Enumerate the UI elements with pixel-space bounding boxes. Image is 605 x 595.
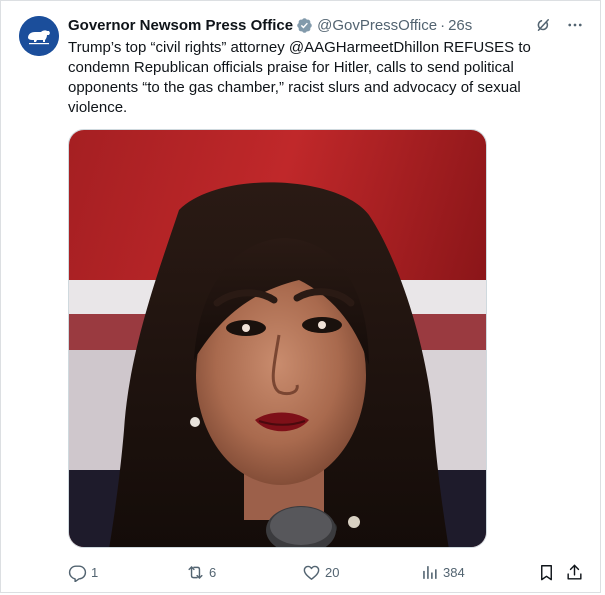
grok-icon[interactable] bbox=[534, 16, 552, 34]
repost-icon bbox=[188, 565, 203, 579]
tweet-card[interactable]: Governor Newsom Press Office @GovPressOf… bbox=[0, 0, 601, 593]
tweet-text: Trump’s top “civil rights” attorney @AAG… bbox=[68, 39, 531, 116]
like-count: 20 bbox=[325, 564, 340, 580]
bookmark-icon bbox=[541, 564, 552, 580]
timestamp[interactable]: 26s bbox=[448, 17, 472, 34]
share-icon bbox=[567, 564, 582, 580]
header-actions bbox=[534, 16, 584, 34]
bear-logo-icon bbox=[19, 16, 59, 56]
reply-count: 1 bbox=[91, 564, 99, 580]
like-button[interactable]: 20 bbox=[302, 561, 339, 583]
reply-icon bbox=[68, 564, 87, 582]
author-name[interactable]: Governor Newsom Press Office bbox=[68, 17, 293, 34]
portrait-photo bbox=[69, 130, 486, 547]
avatar[interactable] bbox=[19, 16, 59, 56]
tweet-photo[interactable] bbox=[68, 129, 487, 548]
repost-count: 6 bbox=[209, 564, 217, 580]
share-button[interactable] bbox=[565, 561, 584, 583]
heart-icon bbox=[303, 565, 320, 580]
views-icon bbox=[423, 565, 437, 579]
view-count: 384 bbox=[443, 564, 465, 580]
author-handle[interactable]: @GovPressOffice bbox=[317, 17, 437, 34]
more-icon[interactable] bbox=[566, 16, 584, 34]
repost-button[interactable]: 6 bbox=[186, 561, 216, 583]
action-bar: 1 6 20 384 bbox=[68, 561, 582, 583]
views-button[interactable]: 384 bbox=[420, 561, 465, 583]
separator-dot: · bbox=[440, 16, 446, 34]
tweet-header: Governor Newsom Press Office @GovPressOf… bbox=[68, 14, 584, 36]
verified-badge-icon[interactable] bbox=[296, 17, 313, 34]
bookmark-button[interactable] bbox=[537, 561, 556, 583]
reply-button[interactable]: 1 bbox=[68, 561, 98, 583]
